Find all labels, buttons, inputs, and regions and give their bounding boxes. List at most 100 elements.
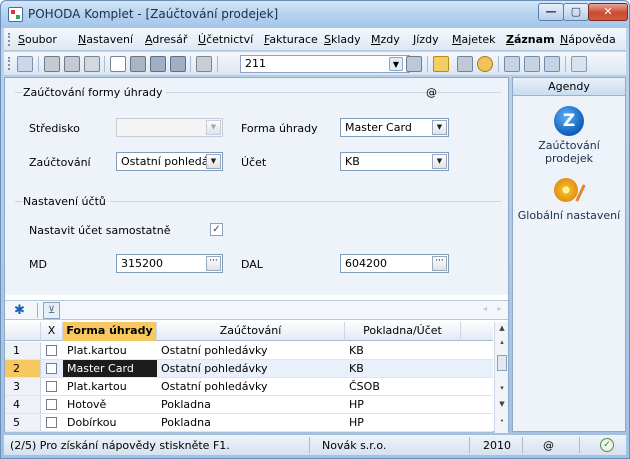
scroll-down-icon[interactable]: ▾ [496, 384, 508, 392]
menu-jizdy[interactable]: Jízdy [413, 33, 439, 46]
row-number: 3 [5, 378, 41, 395]
header-forma-uhrady[interactable]: Forma úhrady [63, 322, 157, 341]
save-icon[interactable] [150, 56, 166, 72]
row-checkbox[interactable] [46, 417, 57, 428]
menu-nastaveni[interactable]: Nastavení [78, 33, 133, 46]
new-row-icon[interactable]: ✱ [14, 303, 25, 318]
browse-button[interactable]: ··· [206, 256, 221, 271]
window-list-icon[interactable] [524, 56, 540, 72]
zauctovani-select[interactable]: Ostatní pohledáv ▼ [116, 152, 223, 171]
sidebar-item-globalni-nastaveni[interactable]: Globální nastavení [513, 176, 625, 222]
status-divider [579, 437, 580, 453]
header-x[interactable]: X [41, 322, 63, 341]
header-pokladna-ucet[interactable]: Pokladna/Účet [345, 322, 461, 341]
form-area: Zaúčtování formy úhrady @ Středisko ▼ Fo… [5, 78, 508, 295]
sidebar-item-zauctovani-prodejek[interactable]: Z Zaúčtování prodejek [513, 106, 625, 165]
new-record-icon[interactable] [110, 56, 126, 72]
menu-fakturace[interactable]: Fakturace [264, 33, 318, 46]
pohoda-app-icon[interactable] [8, 7, 23, 22]
header-zauctovani[interactable]: Zaúčtování [157, 322, 345, 341]
toolbar-grip-icon[interactable] [8, 57, 10, 70]
menu-mzdy[interactable]: Mzdy [371, 33, 400, 46]
menu-adresar[interactable]: Adresář [145, 33, 187, 46]
row-number: 4 [5, 396, 41, 413]
close-button[interactable]: ✕ [588, 3, 628, 21]
table-row-selected[interactable]: 2 Master Card Ostatní pohledávky KB [5, 360, 493, 378]
cell-ucet[interactable]: HP [345, 414, 461, 431]
sort-icon[interactable] [406, 56, 422, 72]
row-checkbox[interactable] [46, 363, 57, 374]
scroll-bottom-icon[interactable]: ▼ [496, 400, 508, 408]
cell-ucet[interactable]: ČSOB [345, 378, 461, 395]
cell-zauctovani[interactable]: Ostatní pohledávky [157, 342, 345, 359]
cell-forma[interactable]: Hotově [63, 396, 157, 413]
row-checkbox[interactable] [46, 399, 57, 410]
cell-zauctovani[interactable]: Pokladna [157, 414, 345, 431]
row-number: 1 [5, 342, 41, 359]
minimize-button[interactable]: — [538, 3, 564, 21]
browse-button[interactable]: ··· [432, 256, 447, 271]
filter-icon[interactable] [17, 56, 33, 72]
table-row[interactable]: 5 Dobírkou Pokladna HP [5, 414, 493, 432]
row-number: 5 [5, 414, 41, 431]
edit-icon[interactable] [130, 56, 146, 72]
menu-majetek[interactable]: Majetek [452, 33, 496, 46]
cell-ucet[interactable]: HP [345, 396, 461, 413]
dal-account-field[interactable]: 604200 ··· [340, 254, 449, 273]
row-checkbox[interactable] [46, 381, 57, 392]
page-setup-icon[interactable] [84, 56, 100, 72]
cell-forma[interactable]: Plat.kartou [63, 342, 157, 359]
help-icon[interactable] [571, 56, 587, 72]
menu-grip-icon[interactable] [8, 33, 10, 46]
grid-vertical-scrollbar[interactable]: ▲ ▴ ▾ ▼ • [494, 322, 508, 433]
chevron-down-icon[interactable]: ▼ [432, 120, 447, 135]
cell-zauctovani[interactable]: Ostatní pohledávky [157, 378, 345, 395]
nastavit-ucet-checkbox[interactable]: ✓ [210, 223, 223, 236]
combo-dropdown-icon[interactable]: ▼ [389, 57, 403, 71]
copy-icon[interactable] [196, 56, 212, 72]
cell-ucet[interactable]: KB [345, 360, 461, 377]
folder-icon[interactable] [433, 56, 449, 72]
scroll-thumb[interactable] [497, 355, 507, 371]
md-account-field[interactable]: 315200 ··· [116, 254, 223, 273]
menu-napoveda[interactable]: Nápověda [560, 33, 616, 46]
forma-uhrady-select[interactable]: Master Card ▼ [340, 118, 449, 137]
filter-icon[interactable]: ⊻ [43, 302, 60, 319]
save-copy-icon[interactable] [170, 56, 186, 72]
window-cascade-icon[interactable] [544, 56, 560, 72]
md-label: MD [29, 258, 47, 271]
status-ok-icon[interactable]: ✓ [600, 438, 614, 452]
chevron-down-icon[interactable]: ▼ [206, 154, 221, 169]
row-checkbox[interactable] [46, 345, 57, 356]
coins-icon[interactable] [477, 56, 493, 72]
cell-ucet[interactable]: KB [345, 342, 461, 359]
print-icon[interactable] [44, 56, 60, 72]
grid-nav-arrows-icon[interactable]: ◂ ▸ [483, 304, 506, 313]
chevron-down-icon[interactable]: ▼ [432, 154, 447, 169]
menu-sklady[interactable]: Sklady [324, 33, 361, 46]
table-row[interactable]: 4 Hotově Pokladna HP [5, 396, 493, 414]
status-at-icon[interactable]: @ [543, 439, 554, 452]
scroll-end-icon[interactable]: • [496, 417, 508, 425]
cell-zauctovani[interactable]: Pokladna [157, 396, 345, 413]
ucet-select[interactable]: KB ▼ [340, 152, 449, 171]
window-icon[interactable] [504, 56, 520, 72]
menu-ucetnictvi[interactable]: Účetnictví [198, 33, 253, 46]
record-number-combo[interactable]: 211 [240, 55, 410, 73]
print-preview-icon[interactable] [64, 56, 80, 72]
maximize-button[interactable]: ▢ [563, 3, 589, 21]
email-at-icon[interactable]: @ [426, 86, 437, 99]
cell-zauctovani[interactable]: Ostatní pohledávky [157, 360, 345, 377]
calculator-icon[interactable] [457, 56, 473, 72]
cell-forma-active[interactable]: Master Card [63, 360, 157, 377]
cell-forma[interactable]: Dobírkou [63, 414, 157, 431]
scroll-up-icon[interactable]: ▴ [496, 338, 508, 346]
menu-zaznam[interactable]: Záznam [506, 33, 555, 46]
status-company: Novák s.r.o. [322, 439, 387, 452]
scroll-top-icon[interactable]: ▲ [496, 324, 508, 332]
title-bar[interactable]: POHODA Komplet - [Zaúčtování prodejek] —… [1, 1, 629, 28]
menu-soubor[interactable]: Soubor [18, 33, 57, 46]
table-row[interactable]: 3 Plat.kartou Ostatní pohledávky ČSOB [5, 378, 493, 396]
table-row[interactable]: 1 Plat.kartou Ostatní pohledávky KB [5, 342, 493, 360]
cell-forma[interactable]: Plat.kartou [63, 378, 157, 395]
